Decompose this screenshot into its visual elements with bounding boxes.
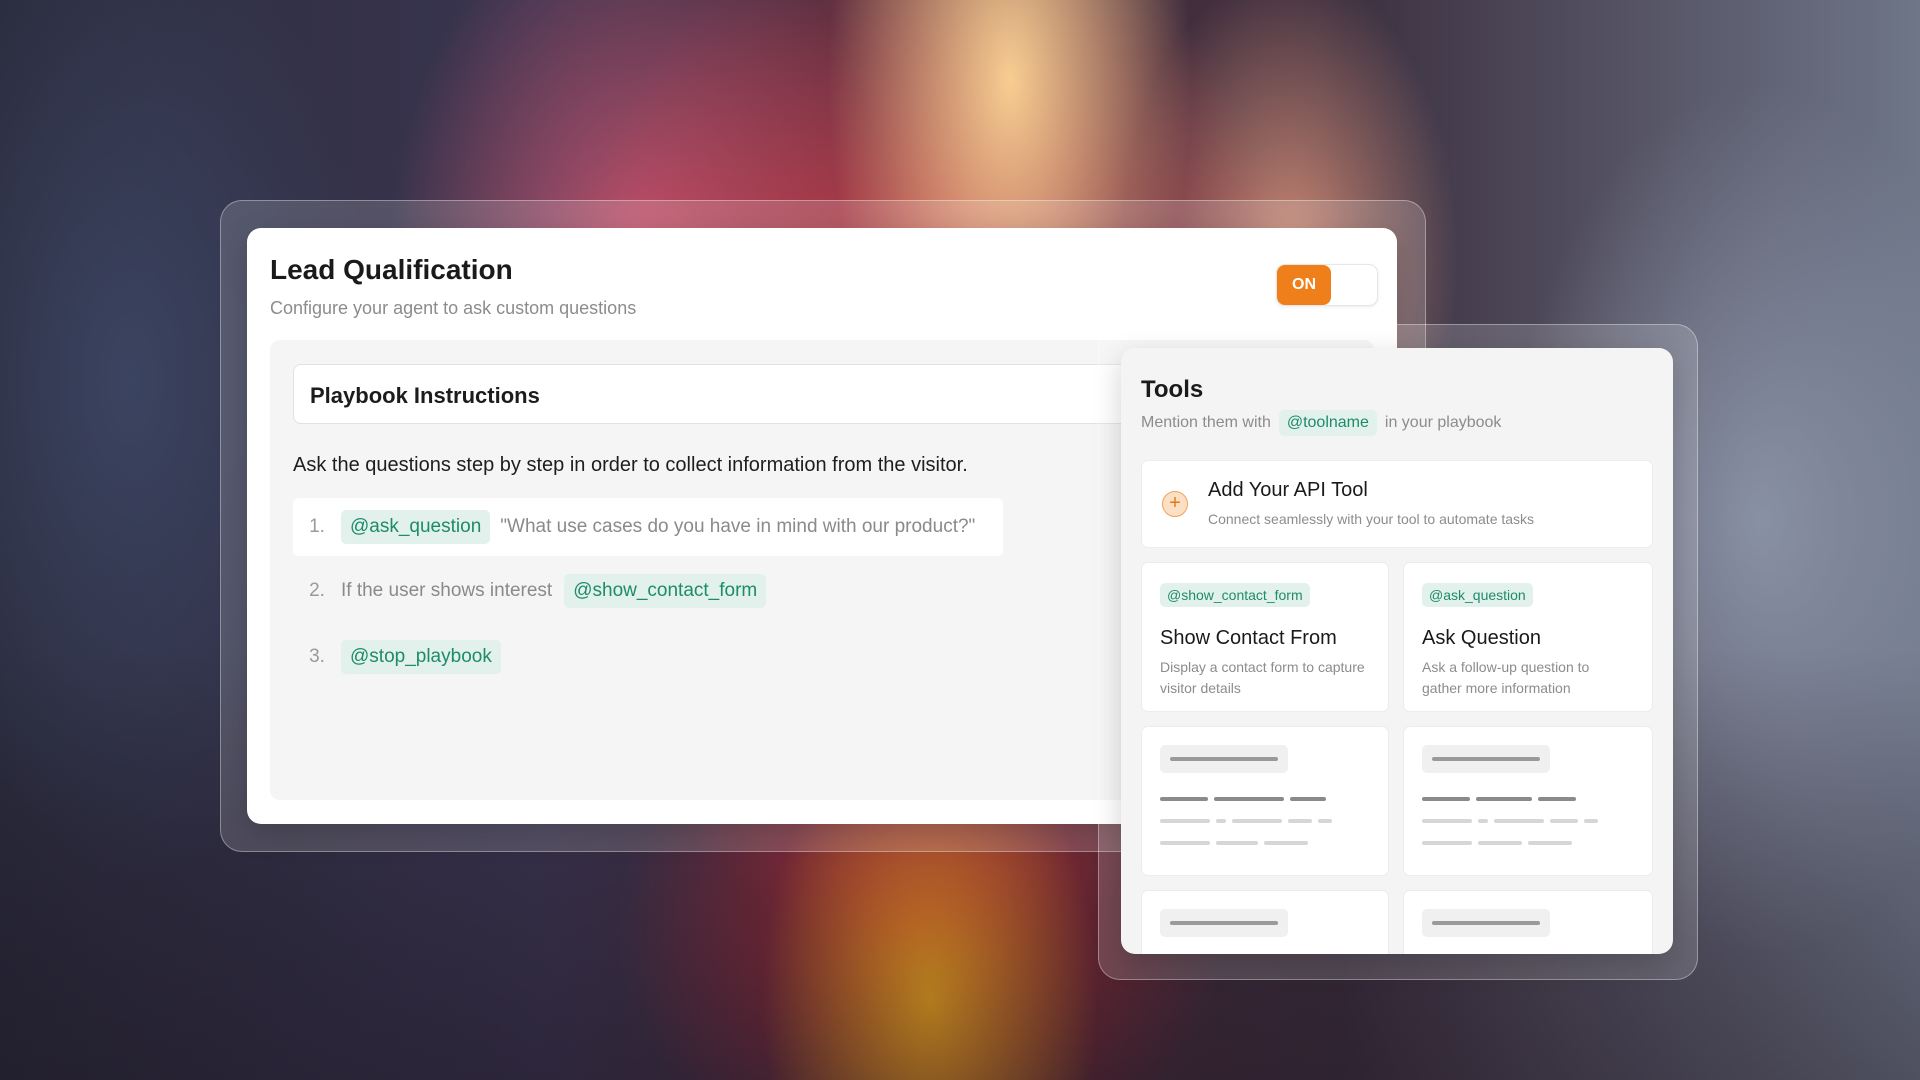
- skeleton-line: [1528, 841, 1572, 845]
- tool-card-ask-question[interactable]: @ask_question Ask Question Ask a follow-…: [1403, 562, 1653, 712]
- tool-mention-stop-playbook[interactable]: @stop_playbook: [341, 640, 501, 674]
- tool-card-placeholder: [1141, 890, 1389, 954]
- skeleton-line: [1216, 819, 1226, 823]
- tools-title: Tools: [1141, 376, 1204, 403]
- skeleton-pill: [1422, 909, 1550, 937]
- skeleton-pill: [1160, 745, 1288, 773]
- skeleton-line: [1232, 819, 1282, 823]
- api-tool-desc: Connect seamlessly with your tool to aut…: [1208, 511, 1535, 527]
- skeleton-line: [1214, 797, 1284, 801]
- skeleton-line: [1422, 841, 1472, 845]
- toggle-on-label: ON: [1277, 265, 1331, 305]
- tools-panel: Tools Mention them with @toolname in you…: [1121, 348, 1673, 954]
- skeleton-line: [1264, 841, 1308, 845]
- step-number: 3.: [309, 646, 325, 667]
- skeleton-line: [1288, 819, 1312, 823]
- skeleton-line: [1494, 819, 1544, 823]
- tool-card-placeholder: [1141, 726, 1389, 876]
- tool-mention-show-contact-form[interactable]: @show_contact_form: [564, 574, 767, 608]
- tools-sub-after: in your playbook: [1384, 414, 1502, 431]
- tool-mention-ask-question[interactable]: @ask_question: [341, 510, 491, 544]
- playbook-instruction[interactable]: Ask the questions step by step in order …: [293, 454, 968, 477]
- skeleton-line: [1476, 797, 1532, 801]
- add-api-tool-button[interactable]: + Add Your API Tool Connect seamlessly w…: [1141, 460, 1653, 548]
- skeleton-line: [1318, 819, 1332, 823]
- tool-desc: Ask a follow-up question to gather more …: [1422, 659, 1590, 696]
- playbook-step-2[interactable]: 2. If the user shows interest @show_cont…: [293, 562, 767, 620]
- playbook-step-3[interactable]: 3. @stop_playbook: [293, 628, 501, 686]
- skeleton-line: [1160, 841, 1210, 845]
- plus-circle-icon: +: [1162, 491, 1188, 517]
- skeleton-line: [1478, 841, 1522, 845]
- playbook-header-title: Playbook Instructions: [310, 383, 540, 408]
- tool-tag: @show_contact_form: [1160, 583, 1310, 607]
- skeleton-line: [1160, 819, 1210, 823]
- tool-card-placeholder: [1403, 726, 1653, 876]
- tool-card-placeholder: [1403, 890, 1653, 954]
- skeleton-line: [1216, 841, 1258, 845]
- skeleton-line: [1290, 797, 1326, 801]
- skeleton-line: [1160, 797, 1208, 801]
- enable-toggle[interactable]: ON: [1276, 264, 1378, 306]
- step-number: 1.: [309, 516, 325, 537]
- tools-sub-before: Mention them with: [1141, 414, 1271, 431]
- skeleton-line: [1584, 819, 1598, 823]
- tool-desc: Display a contact form to capture visito…: [1160, 659, 1365, 696]
- skeleton-pill: [1160, 909, 1288, 937]
- skeleton-line: [1478, 819, 1488, 823]
- tool-card-show-contact-form[interactable]: @show_contact_form Show Contact From Dis…: [1141, 562, 1389, 712]
- tools-subtitle: Mention them with @toolname in your play…: [1141, 410, 1501, 436]
- skeleton-line: [1550, 819, 1578, 823]
- step-text: "What use cases do you have in mind with…: [500, 516, 976, 537]
- skeleton-line: [1422, 797, 1470, 801]
- page-title: Lead Qualification: [270, 254, 513, 285]
- toolname-tag: @toolname: [1278, 410, 1377, 436]
- step-number: 2.: [309, 580, 325, 601]
- playbook-step-1[interactable]: 1. @ask_question "What use cases do you …: [293, 498, 1003, 556]
- skeleton-line: [1538, 797, 1576, 801]
- tool-title: Show Contact From: [1160, 627, 1337, 649]
- skeleton-line: [1422, 819, 1472, 823]
- api-tool-title: Add Your API Tool: [1208, 479, 1368, 501]
- tool-tag: @ask_question: [1422, 583, 1533, 607]
- skeleton-pill: [1422, 745, 1550, 773]
- step-text: If the user shows interest: [341, 580, 553, 601]
- tool-title: Ask Question: [1422, 627, 1541, 649]
- page-subtitle: Configure your agent to ask custom quest…: [270, 298, 637, 318]
